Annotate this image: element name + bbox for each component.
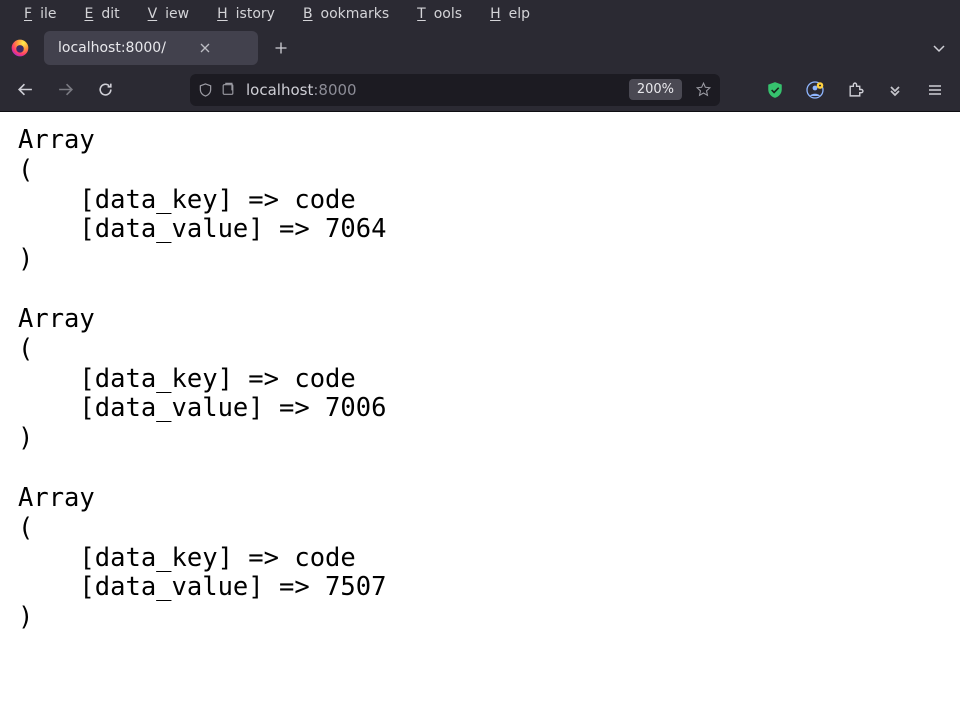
url-bar[interactable]: localhost:8000 200%: [190, 74, 720, 106]
menu-edit[interactable]: Edit: [68, 4, 127, 24]
new-tab-button[interactable]: [266, 33, 296, 63]
extensions-icon[interactable]: [840, 75, 870, 105]
back-button[interactable]: [10, 75, 40, 105]
overflow-icon[interactable]: [880, 75, 910, 105]
printr-output: Array ( [data_key] => code [data_value] …: [0, 112, 960, 647]
page-info-icon[interactable]: [221, 82, 235, 97]
shield-icon[interactable]: [198, 82, 213, 98]
forward-button[interactable]: [50, 75, 80, 105]
hamburger-menu-icon[interactable]: [920, 75, 950, 105]
reload-button[interactable]: [90, 75, 120, 105]
toolbar: localhost:8000 200%: [0, 68, 960, 112]
account-icon[interactable]: [800, 75, 830, 105]
bookmark-star-icon[interactable]: [690, 81, 717, 98]
url-text: localhost:8000: [243, 81, 621, 99]
protection-shield-icon[interactable]: [760, 75, 790, 105]
tab-close-icon[interactable]: [196, 39, 214, 57]
menu-bookmarks[interactable]: Bookmarks: [287, 4, 397, 24]
tab-bar: localhost:8000/: [0, 28, 960, 68]
page-content: Array ( [data_key] => code [data_value] …: [0, 112, 960, 712]
menu-bar: File Edit View History Bookmarks Tools H…: [0, 0, 960, 28]
menu-tools[interactable]: Tools: [401, 4, 470, 24]
tabs-dropdown-icon[interactable]: [924, 33, 954, 63]
firefox-icon: [6, 34, 34, 62]
menu-view[interactable]: View: [132, 4, 198, 24]
tab[interactable]: localhost:8000/: [44, 31, 258, 65]
menu-help[interactable]: Help: [474, 4, 538, 24]
menu-history[interactable]: History: [201, 4, 283, 24]
tab-title: localhost:8000/: [58, 40, 166, 56]
menu-file[interactable]: File: [8, 4, 64, 24]
zoom-badge[interactable]: 200%: [629, 79, 682, 100]
